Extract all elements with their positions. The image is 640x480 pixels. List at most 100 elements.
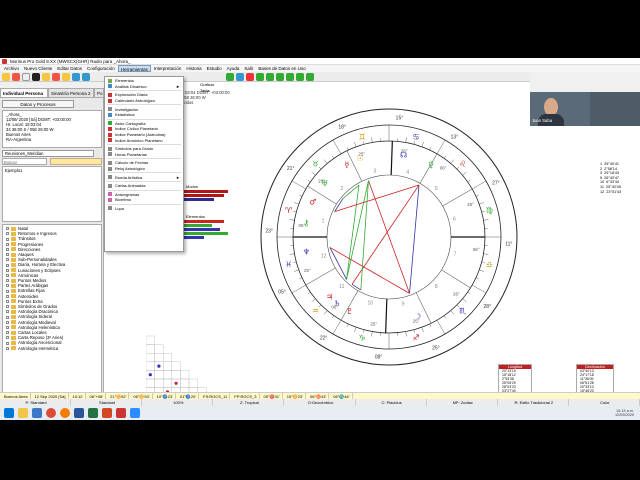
expand-icon[interactable] (6, 247, 9, 251)
store-icon[interactable] (32, 408, 42, 418)
menu-item[interactable]: Bases de Datos en Uso (256, 65, 307, 72)
menu-item[interactable]: Salir (242, 65, 255, 72)
toolbar-wheel-icon[interactable] (62, 73, 70, 81)
tab-sinastria[interactable]: Sinastría Persona 2 (48, 88, 94, 98)
menu-item[interactable]: Configuración (85, 65, 117, 72)
dropdown-item[interactable]: Biorritmo (105, 197, 183, 203)
toolbar-settings-icon[interactable] (72, 73, 80, 81)
dropdown-item[interactable]: Rueda Artística ► (105, 174, 183, 180)
expand-icon[interactable] (6, 299, 9, 303)
expand-icon[interactable] (6, 253, 9, 257)
setting-item[interactable]: Standard (73, 399, 143, 406)
powerpoint-icon[interactable] (102, 408, 112, 418)
menu-item[interactable]: Archivo (2, 65, 21, 72)
toolbar-red-icon[interactable] (246, 73, 254, 81)
search-highlight-field[interactable] (50, 158, 102, 165)
menu-item[interactable]: Ayuda (225, 65, 242, 72)
search-input[interactable]: Buscar (2, 158, 47, 165)
toolbar-green2-icon[interactable] (266, 73, 274, 81)
tab-individual[interactable]: Individual Persona (0, 88, 48, 98)
expand-icon[interactable] (6, 242, 9, 246)
expand-icon[interactable] (6, 263, 9, 267)
natal-chart-wheel[interactable]: ♈ ♉ ♊ ♋ ♌ ♍ ♎ ♏ ♐ ♑ ♒ ♓ 23° 06° 21° 26° 18° 25° 15° 25° 13° 0… (254, 102, 524, 372)
toolbar-play-icon[interactable] (226, 73, 234, 81)
excel-icon[interactable] (88, 408, 98, 418)
database-combo[interactable]: Reuniones_Meridian (2, 150, 94, 157)
expand-icon[interactable] (6, 232, 9, 236)
setting-item[interactable]: MP: Zodiac (429, 399, 498, 406)
menu-item[interactable]: Historia (184, 65, 203, 72)
setting-item[interactable]: O:Geocéntrico (286, 399, 356, 406)
menu-item[interactable]: Nuevo Cliente (22, 65, 54, 72)
menu-item-icon (108, 121, 112, 126)
expand-icon[interactable] (6, 268, 9, 272)
dropdown-item[interactable]: Cartas Animadas (105, 183, 183, 189)
zoom-icon[interactable] (130, 408, 140, 418)
tab-more[interactable]: Po... (94, 88, 104, 98)
expand-icon[interactable] (6, 294, 9, 298)
chrome-icon[interactable] (46, 408, 56, 418)
toolbar-edit-icon[interactable] (22, 73, 30, 81)
start-icon[interactable] (4, 408, 14, 418)
word-icon[interactable] (74, 408, 84, 418)
graficar-tool[interactable]: Graficar (200, 82, 214, 87)
toolbar-green6-icon[interactable] (306, 73, 314, 81)
toolbar-save-icon[interactable] (32, 73, 40, 81)
setting-item[interactable]: R: Estilo Tradicional 2 (500, 399, 569, 406)
dropdown-item[interactable]: Indice Armónico Planetario (105, 137, 183, 143)
expand-icon[interactable] (6, 331, 9, 335)
app-icon-taskbar[interactable] (116, 408, 126, 418)
expand-icon[interactable] (6, 325, 9, 329)
menu-item[interactable]: Interpretación (152, 65, 184, 72)
system-clock[interactable]: 10:13 a.m. 12/09/2020 (615, 409, 634, 418)
menu-item[interactable]: Herramientas (117, 65, 151, 72)
explorer-icon[interactable] (18, 408, 28, 418)
expand-icon[interactable] (6, 237, 9, 241)
expand-icon[interactable] (6, 341, 9, 345)
expand-icon[interactable] (6, 346, 9, 350)
dropdown-item[interactable]: Calendario Astrológico (105, 98, 183, 104)
tabla-tool[interactable]: Tabla (200, 88, 210, 93)
firefox-icon[interactable] (60, 408, 70, 418)
expand-icon[interactable] (6, 320, 9, 324)
toolbar-print-icon[interactable] (52, 73, 60, 81)
expand-icon[interactable] (6, 336, 9, 340)
setting-item[interactable]: C: Placidus (358, 399, 427, 406)
tree-item[interactable]: Astrología Hermética (6, 346, 101, 351)
outer-degree-label: 18° (338, 125, 346, 131)
house-number-label: 2 (340, 186, 343, 192)
dropdown-item[interactable]: Estadística (105, 112, 183, 118)
setting-item[interactable]: Color (571, 399, 640, 406)
datos-procesos-button[interactable]: Datos y Procesos (2, 100, 74, 108)
expand-icon[interactable] (6, 315, 9, 319)
toolbar-green5-icon[interactable] (296, 73, 304, 81)
dropdown-item[interactable]: Análisis Dinamico ► (105, 84, 183, 90)
setting-item[interactable]: P: Standard (2, 399, 72, 406)
toolbar-refresh-icon[interactable] (236, 73, 244, 81)
dropdown-item[interactable]: Horas Planetarias (105, 152, 183, 158)
dropdown-item[interactable]: Reloj Astrológico (105, 166, 183, 172)
menu-item[interactable]: Estudio (205, 65, 224, 72)
dropdown-item[interactable]: Lupa (105, 206, 183, 212)
menu-item-icon (108, 112, 112, 117)
toolbar-green3-icon[interactable] (276, 73, 284, 81)
expand-icon[interactable] (6, 284, 9, 288)
list-item[interactable]: Ejemplo1 (5, 168, 99, 173)
expand-icon[interactable] (6, 227, 9, 231)
expand-icon[interactable] (6, 279, 9, 283)
toolbar-new-icon[interactable] (2, 73, 10, 81)
menu-item-icon (108, 166, 112, 171)
expand-icon[interactable] (6, 305, 9, 309)
menu-item[interactable]: Editar Datos (55, 65, 84, 72)
setting-item[interactable]: 100% (144, 399, 214, 406)
expand-icon[interactable] (6, 289, 9, 293)
toolbar-chart-icon[interactable] (42, 73, 50, 81)
expand-icon[interactable] (6, 258, 9, 262)
toolbar-green4-icon[interactable] (286, 73, 294, 81)
setting-item[interactable]: Z: Tropical (215, 399, 285, 406)
expand-icon[interactable] (6, 273, 9, 277)
expand-icon[interactable] (6, 310, 9, 314)
toolbar-green-icon[interactable] (256, 73, 264, 81)
toolbar-info-icon[interactable] (82, 73, 90, 81)
toolbar-open-icon[interactable] (12, 73, 20, 81)
